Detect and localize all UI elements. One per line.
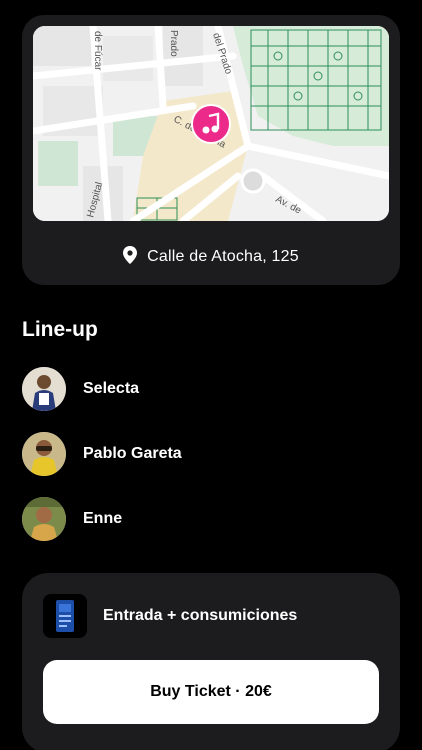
ticket-option[interactable]: Entrada + consumiciones	[43, 594, 297, 638]
artist-name: Pablo Gareta	[83, 445, 182, 462]
map-pin-icon[interactable]	[191, 104, 231, 144]
avatar	[22, 367, 66, 411]
address-text: Calle de Atocha, 125	[147, 248, 299, 265]
buy-ticket-button[interactable]: Buy Ticket · 20€	[43, 660, 379, 724]
artist-row-enne[interactable]: Enne	[22, 497, 122, 541]
lineup-title: Line-up	[22, 318, 98, 341]
artist-name: Selecta	[83, 380, 140, 397]
avatar	[22, 497, 66, 541]
artist-name: Enne	[83, 510, 123, 527]
artist-row-pablo-gareta[interactable]: Pablo Gareta	[22, 432, 182, 476]
ticket-label: Entrada + consumiciones	[103, 607, 298, 624]
location-card: de Fúcar Prado del Prado C. de Atocha Ho…	[22, 15, 400, 285]
map-view[interactable]: de Fúcar Prado del Prado C. de Atocha Ho…	[33, 26, 389, 221]
avatar	[22, 432, 66, 476]
map-graphic: de Fúcar Prado del Prado C. de Atocha Ho…	[33, 26, 389, 221]
ticket-card: Entrada + consumiciones Buy Ticket · 20€	[22, 573, 400, 750]
address-row[interactable]: Calle de Atocha, 125	[22, 245, 400, 269]
artist-row-selecta[interactable]: Selecta	[22, 367, 139, 411]
map-label-prado-short: Prado	[168, 30, 179, 57]
map-label-fucar: de Fúcar	[92, 31, 103, 71]
location-pin-icon	[123, 245, 138, 269]
ticket-icon	[43, 594, 87, 638]
